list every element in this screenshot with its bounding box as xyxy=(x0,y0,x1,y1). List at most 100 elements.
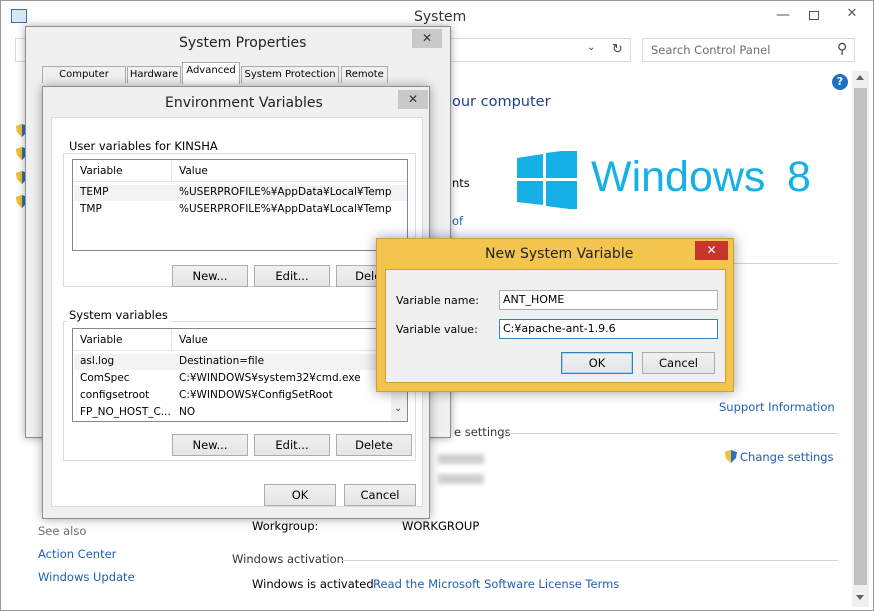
scroll-down-chevron-icon[interactable]: ⌄ xyxy=(394,403,402,414)
search-placeholder: Search Control Panel xyxy=(651,43,771,57)
action-center-link[interactable]: Action Center xyxy=(38,547,116,561)
list-header: Variable Value xyxy=(73,160,407,182)
maximize-icon[interactable] xyxy=(809,11,819,20)
windows-flag-icon xyxy=(517,151,577,209)
system-properties-close-button[interactable]: ✕ xyxy=(412,29,442,48)
tab-label: Hardware xyxy=(129,69,179,80)
variable-value: %USERPROFILE%¥AppData¥Local¥Temp xyxy=(179,203,392,215)
new-system-variable-dialog: New System Variable ✕ Variable name: ANT… xyxy=(376,238,734,392)
tab-system-protection[interactable]: System Protection xyxy=(241,66,339,83)
support-information-link[interactable]: Support Information xyxy=(719,400,835,414)
refresh-icon[interactable]: ↻ xyxy=(612,42,623,57)
tab-label: System Protection xyxy=(244,69,336,80)
column-divider xyxy=(171,329,172,351)
system-edit-button[interactable]: Edit... xyxy=(254,434,330,456)
settings-section-heading: e settings xyxy=(454,425,511,439)
list-item[interactable]: TEMP %USERPROFILE%¥AppData¥Local¥Temp xyxy=(74,185,407,201)
column-header-value[interactable]: Value xyxy=(179,329,208,351)
column-header-variable[interactable]: Variable xyxy=(80,160,123,182)
environment-variables-title: Environment Variables xyxy=(165,95,323,111)
variable-value-label: Variable value: xyxy=(396,323,478,336)
variable-name: configsetroot xyxy=(80,389,150,401)
workgroup-label: Workgroup: xyxy=(252,519,319,533)
list-item[interactable]: asl.log Destination=file xyxy=(74,354,391,370)
tab-advanced[interactable]: Advanced xyxy=(182,62,240,84)
variable-name: TEMP xyxy=(80,186,109,198)
minimize-icon[interactable]: — xyxy=(776,7,790,23)
system-variables-list[interactable]: Variable Value asl.log Destination=file … xyxy=(72,328,408,422)
system-properties-title: System Properties xyxy=(179,35,307,51)
tab-computer-name[interactable]: Computer Name xyxy=(42,66,126,96)
variable-value: C:¥WINDOWS¥system32¥cmd.exe xyxy=(179,372,361,384)
workgroup-value: WORKGROUP xyxy=(402,519,480,533)
tab-hardware[interactable]: Hardware xyxy=(127,66,181,83)
variable-value: Destination=file xyxy=(179,355,265,367)
redacted-text xyxy=(438,474,484,484)
variable-name: asl.log xyxy=(80,355,115,367)
system-window-title: System xyxy=(414,9,467,25)
column-header-variable[interactable]: Variable xyxy=(80,329,123,351)
scroll-up-arrow-icon[interactable] xyxy=(856,75,864,80)
windows-update-link[interactable]: Windows Update xyxy=(38,570,135,584)
shield-icon xyxy=(725,450,737,463)
system-variables-title: System variables xyxy=(67,308,170,322)
variable-name: ComSpec xyxy=(80,372,130,384)
help-icon[interactable]: ? xyxy=(832,74,848,90)
text-fragment: nts xyxy=(452,176,470,190)
environment-variables-close-button[interactable]: ✕ xyxy=(398,90,428,109)
column-divider xyxy=(171,160,172,182)
system-close-button[interactable]: ✕ xyxy=(836,5,868,23)
env-ok-button[interactable]: OK xyxy=(264,484,336,506)
list-header: Variable Value xyxy=(73,329,391,351)
variable-value: %USERPROFILE%¥AppData¥Local¥Temp xyxy=(179,186,392,198)
scroll-thumb[interactable] xyxy=(854,88,867,585)
system-new-button[interactable]: New... xyxy=(172,434,248,456)
new-system-variable-title: New System Variable xyxy=(485,246,634,262)
variable-name-label: Variable name: xyxy=(396,294,479,307)
tab-label: Advanced xyxy=(186,65,236,76)
windows-logo: Windows 8 xyxy=(517,151,817,211)
user-variables-title: User variables for KINSHA xyxy=(67,139,220,153)
user-new-button[interactable]: New... xyxy=(172,265,248,287)
divider xyxy=(504,433,838,434)
variable-name-field[interactable]: ANT_HOME xyxy=(499,290,718,310)
activation-heading: Windows activation xyxy=(232,552,344,566)
redacted-text xyxy=(438,454,484,464)
change-settings-link[interactable]: Change settings xyxy=(740,450,834,464)
search-box[interactable]: Search Control Panel ⚲ xyxy=(642,38,855,62)
list-item[interactable]: FP_NO_HOST_C... NO xyxy=(74,405,391,421)
variable-value: C:¥WINDOWS¥ConfigSetRoot xyxy=(179,389,333,401)
windows-logo-version: 8 xyxy=(787,153,811,201)
new-var-ok-button[interactable]: OK xyxy=(561,352,633,374)
new-var-content: Variable name: ANT_HOME Variable value: … xyxy=(385,269,726,383)
activation-status: Windows is activated xyxy=(252,577,374,591)
dropdown-chevron-icon[interactable]: ⌄ xyxy=(587,42,595,53)
column-header-value[interactable]: Value xyxy=(179,160,208,182)
search-icon[interactable]: ⚲ xyxy=(837,41,847,57)
system-app-icon[interactable] xyxy=(11,9,27,23)
license-terms-link[interactable]: Read the Microsoft Software License Term… xyxy=(373,577,619,591)
variable-name: TMP xyxy=(80,203,102,215)
list-item[interactable]: ComSpec C:¥WINDOWS¥system32¥cmd.exe xyxy=(74,371,391,387)
tab-remote[interactable]: Remote xyxy=(341,66,388,83)
new-var-close-button[interactable]: ✕ xyxy=(695,241,728,260)
system-scrollbar[interactable] xyxy=(852,71,869,607)
divider xyxy=(342,560,838,561)
variable-value-field[interactable]: C:¥apache-ant-1.9.6 xyxy=(499,319,718,339)
list-item[interactable]: configsetroot C:¥WINDOWS¥ConfigSetRoot xyxy=(74,388,391,404)
env-cancel-button[interactable]: Cancel xyxy=(344,484,416,506)
system-delete-button[interactable]: Delete xyxy=(336,434,412,456)
environment-variables-dialog: Environment Variables ✕ User variables f… xyxy=(42,86,430,519)
tab-label: Remote xyxy=(345,69,384,80)
link-fragment[interactable]: of xyxy=(452,214,463,228)
variable-name: FP_NO_HOST_C... xyxy=(80,406,171,418)
scroll-down-arrow-icon[interactable] xyxy=(856,595,864,600)
windows-logo-text: Windows xyxy=(591,153,766,201)
user-variables-list[interactable]: Variable Value TEMP %USERPROFILE%¥AppDat… xyxy=(72,159,408,251)
variable-value: NO xyxy=(179,406,196,418)
list-item[interactable]: TMP %USERPROFILE%¥AppData¥Local¥Temp xyxy=(74,202,407,218)
new-var-cancel-button[interactable]: Cancel xyxy=(642,352,715,374)
divider xyxy=(734,263,838,264)
page-heading-fragment: our computer xyxy=(452,94,551,110)
user-edit-button[interactable]: Edit... xyxy=(254,265,330,287)
